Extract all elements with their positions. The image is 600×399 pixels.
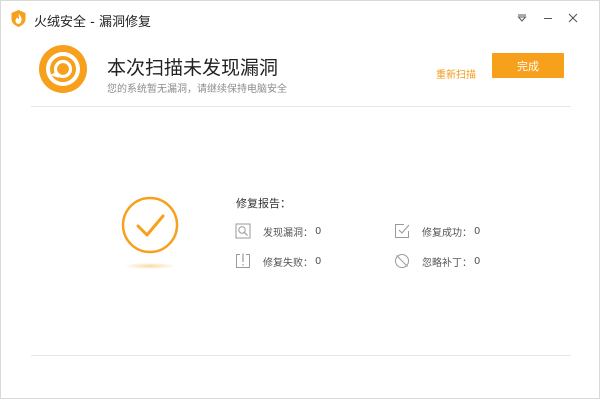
- stat-repair-failed: 修复失败： 0: [235, 253, 321, 269]
- stat-value: 0: [474, 255, 481, 267]
- close-icon: [568, 13, 578, 23]
- scan-result-subtitle: 您的系统暂无漏洞，请继续保持电脑安全: [107, 84, 287, 95]
- checked-doc-icon: [395, 224, 410, 238]
- ignore-circle-icon: [395, 254, 409, 268]
- check-shadow: [125, 263, 175, 269]
- stat-value: 0: [315, 225, 322, 237]
- report-title: 修复报告：: [236, 197, 291, 210]
- stat-label: 忽略补丁：: [422, 257, 472, 269]
- minimize-icon: [544, 18, 552, 19]
- menu-triangle-icon: [517, 14, 527, 22]
- stat-ignored-patches: 忽略补丁： 0: [394, 253, 480, 269]
- close-button[interactable]: [564, 9, 582, 27]
- stat-label: 修复成功：: [422, 227, 472, 239]
- magnifier-icon: [235, 223, 251, 239]
- window-title: 火绒安全 - 漏洞修复: [34, 15, 151, 30]
- huorong-logo-icon: [11, 10, 26, 27]
- header-divider: [31, 106, 571, 107]
- stat-value: 0: [315, 255, 322, 267]
- success-check-icon: [121, 196, 179, 254]
- stat-found-vulnerabilities: 发现漏洞： 0: [235, 223, 321, 239]
- alert-box-icon: [236, 253, 250, 268]
- app-window: 火绒安全 - 漏洞修复 本次扫描未发现漏洞 您的系统暂无漏洞，请继续保持电脑安全…: [0, 0, 600, 399]
- title-bar: 火绒安全 - 漏洞修复: [1, 1, 599, 35]
- stat-label: 发现漏洞：: [263, 227, 313, 239]
- vulnerability-shield-icon: [39, 45, 87, 93]
- stat-value: 0: [474, 225, 481, 237]
- done-button[interactable]: 完成: [492, 53, 564, 78]
- minimize-button[interactable]: [539, 9, 557, 27]
- rescan-link[interactable]: 重新扫描: [436, 66, 476, 81]
- menu-button[interactable]: [513, 9, 531, 27]
- stat-repair-success: 修复成功： 0: [394, 223, 480, 239]
- footer-divider: [31, 355, 571, 356]
- stat-label: 修复失败：: [263, 257, 313, 269]
- scan-result-title: 本次扫描未发现漏洞: [107, 57, 279, 79]
